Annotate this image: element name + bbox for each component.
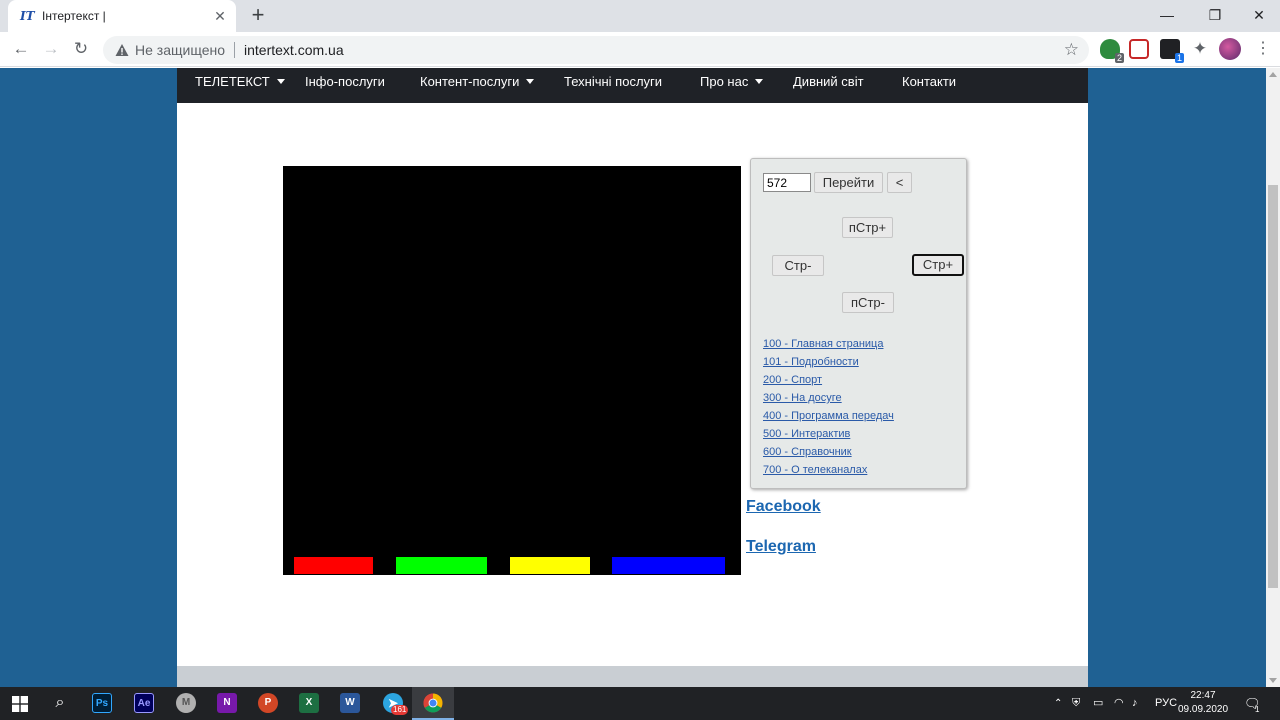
warning-icon[interactable] — [115, 43, 129, 57]
nav-item-contacts[interactable]: Контакти — [902, 68, 956, 103]
teletext-control-panel: Перейти < пСтр+ Стр- Стр+ пСтр- 100 - Гл… — [750, 158, 967, 489]
minimize-button[interactable]: — — [1144, 0, 1190, 32]
facebook-link[interactable]: Facebook — [746, 498, 821, 516]
page-link[interactable]: 400 - Программа передач — [763, 407, 894, 425]
green-color-key — [396, 557, 487, 574]
battery-icon[interactable]: ▭ — [1093, 687, 1103, 720]
excel-icon[interactable]: X — [299, 693, 319, 713]
nav-label: Технічні послуги — [564, 74, 663, 89]
tab-strip: IT Інтертекст | ✕ + — ❐ ✕ — [0, 0, 1280, 32]
nav-label: Про нас — [700, 74, 749, 89]
notifications-icon[interactable]: 🗨 — [1244, 687, 1261, 720]
chrome-taskbar-item[interactable] — [412, 687, 454, 720]
restore-button[interactable]: ❐ — [1192, 0, 1238, 32]
red-color-key — [294, 557, 373, 574]
windows-start-icon[interactable] — [12, 696, 28, 712]
next-subpage-button[interactable]: пСтр+ — [842, 217, 893, 238]
telegram-link[interactable]: Telegram — [746, 538, 816, 556]
divider — [234, 42, 235, 58]
extension-box-icon[interactable]: 1 — [1160, 39, 1184, 63]
show-hidden-icons-chevron-icon[interactable]: ⌃ — [1054, 687, 1062, 720]
close-tab-icon[interactable]: ✕ — [212, 8, 228, 25]
close-window-button[interactable]: ✕ — [1236, 0, 1280, 32]
photoshop-icon[interactable]: Ps — [92, 693, 112, 713]
back-arrow-icon[interactable]: ← — [9, 37, 33, 61]
nav-label: Інфо-послуги — [305, 74, 385, 89]
clock-time: 22:47 — [1190, 690, 1216, 701]
footer-bar — [177, 666, 1088, 687]
page-link[interactable]: 500 - Интерактив — [763, 425, 894, 443]
prev-page-button[interactable]: Стр- — [772, 255, 824, 276]
site-favicon-icon: IT — [20, 9, 35, 23]
bookmark-star-icon[interactable]: ☆ — [1064, 40, 1079, 60]
extensions-puzzle-icon[interactable]: ✦ — [1190, 39, 1210, 59]
nav-item-technical[interactable]: Технічні послуги — [564, 68, 662, 103]
defender-shield-icon[interactable]: ⛨ — [1072, 687, 1080, 720]
menu-kebab-icon[interactable]: ⋮ — [1255, 39, 1271, 59]
scroll-down-icon[interactable] — [1269, 678, 1277, 683]
telegram-badge: 161 — [391, 705, 409, 715]
chevron-down-icon — [526, 79, 535, 84]
nav-item-content[interactable]: Контент-послуги — [420, 68, 535, 103]
site-navbar: ТЕЛЕТЕКСТ Інфо-послуги Контент-послуги Т… — [177, 68, 1088, 103]
app-circle-icon[interactable]: M — [176, 693, 196, 713]
nav-label: Контент-послуги — [420, 74, 520, 89]
back-button[interactable]: < — [887, 172, 912, 193]
extension-pocket-icon[interactable] — [1129, 39, 1149, 59]
page-scrollbar[interactable] — [1266, 68, 1280, 687]
scroll-up-icon[interactable] — [1269, 72, 1277, 77]
page-link[interactable]: 700 - О телеканалах — [763, 461, 894, 479]
clock-date: 09.09.2020 — [1178, 704, 1229, 715]
next-page-button[interactable]: Стр+ — [912, 254, 964, 276]
system-clock[interactable]: 22:47 09.09.2020 — [1178, 689, 1228, 717]
scrollbar-thumb[interactable] — [1268, 185, 1278, 588]
url-text: intertext.com.ua — [244, 42, 344, 58]
page-link[interactable]: 200 - Спорт — [763, 371, 894, 389]
tab-title: Інтертекст | — [42, 9, 106, 23]
word-icon[interactable]: W — [340, 693, 360, 713]
prev-subpage-button[interactable]: пСтр- — [842, 292, 894, 313]
reload-icon[interactable]: ↻ — [69, 37, 93, 61]
yellow-color-key — [510, 557, 590, 574]
chevron-down-icon — [276, 79, 285, 84]
forward-arrow-icon[interactable]: → — [39, 37, 63, 61]
page-link[interactable]: 300 - На досуге — [763, 389, 894, 407]
extension-shield-icon[interactable]: 2 — [1100, 39, 1124, 63]
chevron-down-icon — [755, 79, 764, 84]
wifi-icon[interactable]: ◠ — [1114, 687, 1124, 720]
search-icon[interactable]: ⌕ — [50, 693, 70, 713]
page-link[interactable]: 101 - Подробности — [763, 353, 894, 371]
address-bar[interactable]: Не защищено intertext.com.ua ☆ — [103, 36, 1089, 64]
nav-label: Контакти — [902, 74, 957, 89]
nav-label: Дивний світ — [793, 74, 864, 89]
page-link[interactable]: 100 - Главная страница — [763, 335, 894, 353]
chrome-icon — [423, 693, 443, 713]
volume-icon[interactable]: ♪ — [1132, 687, 1138, 720]
browser-toolbar: ← → ↻ Не защищено intertext.com.ua ☆ 2 1… — [0, 32, 1280, 67]
page-number-input[interactable] — [763, 173, 811, 192]
notification-count: 1 — [1255, 705, 1260, 714]
security-label: Не защищено — [135, 42, 225, 58]
page-link[interactable]: 600 - Справочник — [763, 443, 894, 461]
nav-label: ТЕЛЕТЕКСТ — [195, 74, 270, 89]
browser-tab[interactable]: IT Інтертекст | ✕ — [8, 0, 236, 32]
powerpoint-icon[interactable]: P — [258, 693, 278, 713]
new-tab-button[interactable]: + — [246, 4, 270, 28]
nav-item-strange-world[interactable]: Дивний світ — [793, 68, 864, 103]
language-indicator[interactable]: РУС — [1155, 687, 1177, 720]
onenote-icon[interactable]: N — [217, 693, 237, 713]
blue-color-key — [612, 557, 725, 574]
profile-avatar[interactable] — [1219, 38, 1241, 60]
teletext-screen — [283, 166, 741, 575]
page-background: ТЕЛЕТЕКСТ Інфо-послуги Контент-послуги Т… — [0, 68, 1266, 687]
windows-taskbar: ⌕ Ps Ae M N P X W ➤ 161 ⌃ ⛨ ▭ ◠ ♪ РУС 22… — [0, 687, 1280, 720]
page-link-list: 100 - Главная страница 101 - Подробности… — [763, 335, 894, 479]
nav-item-info[interactable]: Інфо-послуги — [305, 68, 385, 103]
extension-badge: 2 — [1114, 53, 1124, 63]
after-effects-icon[interactable]: Ae — [134, 693, 154, 713]
go-button[interactable]: Перейти — [814, 172, 883, 193]
nav-item-teletext[interactable]: ТЕЛЕТЕКСТ — [195, 68, 285, 103]
nav-item-about[interactable]: Про нас — [700, 68, 764, 103]
extension-badge: 1 — [1174, 53, 1184, 63]
